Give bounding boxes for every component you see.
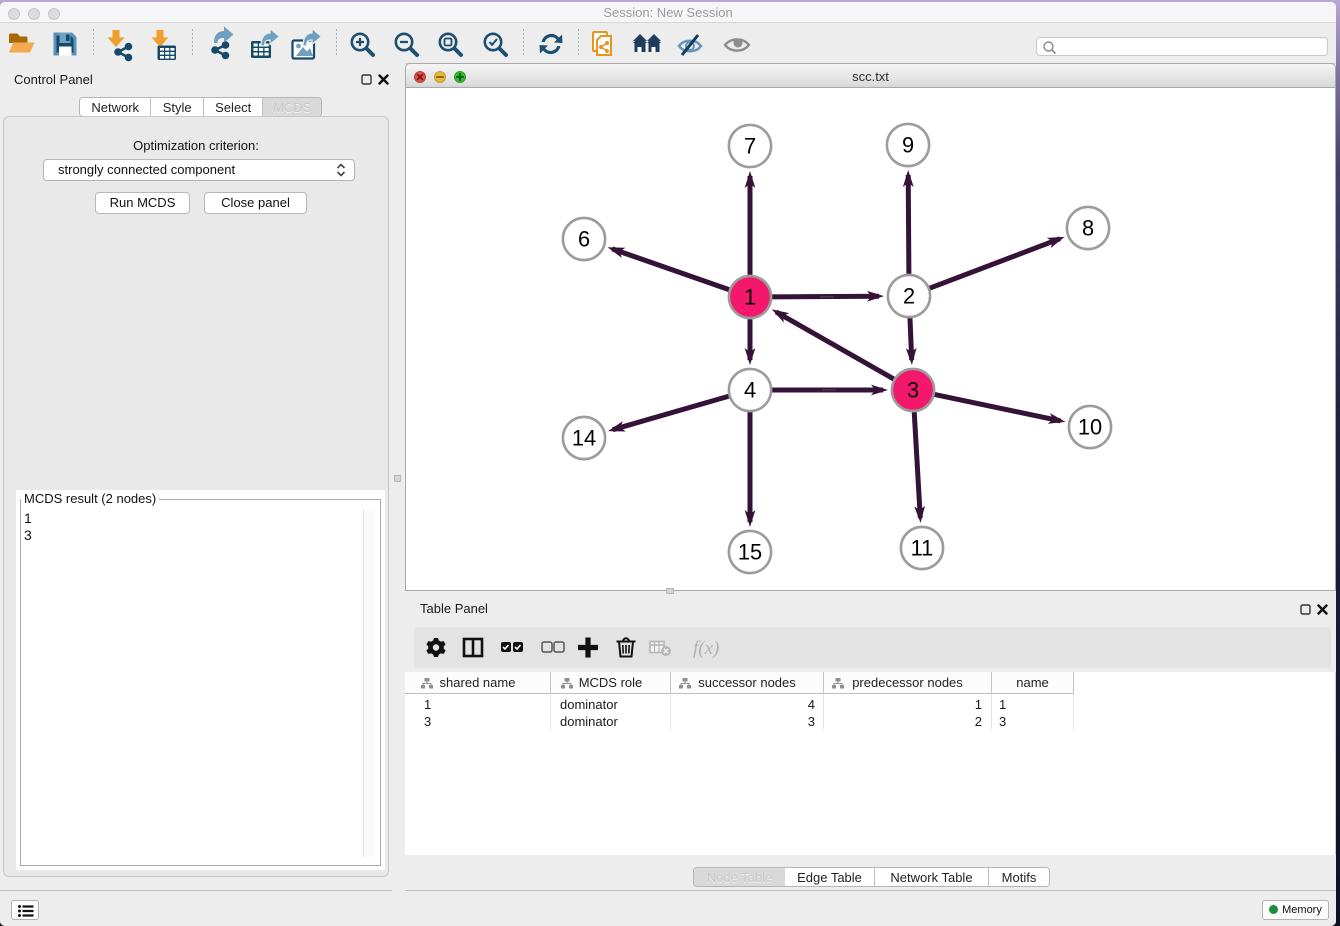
svg-text:10: 10 <box>1078 415 1102 440</box>
svg-text:9: 9 <box>902 133 914 158</box>
svg-text:7: 7 <box>744 134 756 159</box>
svg-text:f(x): f(x) <box>693 638 719 659</box>
svg-text:1: 1 <box>744 285 756 310</box>
svg-text:11: 11 <box>911 536 934 561</box>
svg-text:2: 2 <box>903 284 915 309</box>
svg-text:15: 15 <box>738 540 762 565</box>
svg-text:3: 3 <box>907 378 919 403</box>
svg-text:8: 8 <box>1082 216 1094 241</box>
svg-text:6: 6 <box>578 227 590 252</box>
svg-text:4: 4 <box>744 378 756 403</box>
svg-text:14: 14 <box>572 426 596 451</box>
